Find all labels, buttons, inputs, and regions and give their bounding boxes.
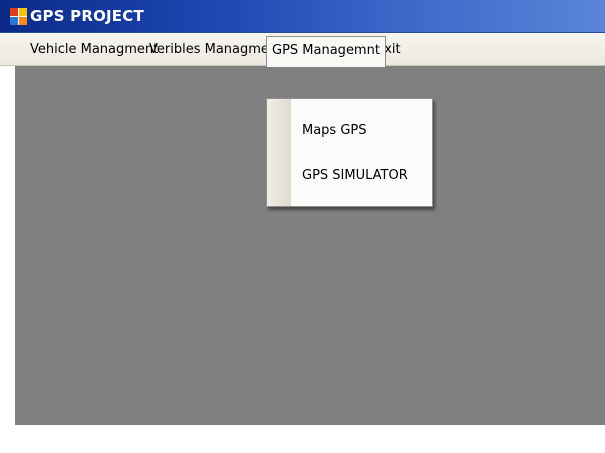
- gps-managemnt-dropdown: Maps GPS GPS SIMULATOR: [266, 98, 433, 207]
- menu-item-maps-gps[interactable]: Maps GPS: [291, 111, 431, 151]
- dropdown-icon-gutter: [267, 99, 291, 206]
- menu-vehicle-managment[interactable]: Vehicle Managment: [25, 38, 163, 61]
- menu-item-gps-simulator[interactable]: GPS SIMULATOR: [291, 156, 431, 196]
- window-title: GPS PROJECT: [30, 7, 144, 25]
- menu-gps-managemnt[interactable]: GPS Managemnt: [266, 36, 386, 67]
- client-frame: [0, 66, 15, 425]
- title-bar[interactable]: GPS PROJECT: [0, 0, 605, 33]
- main-window: GPS PROJECT Vehicle Managment Veribles M…: [0, 0, 605, 453]
- app-grid-icon: [10, 8, 27, 25]
- menu-bar: Vehicle Managment Veribles Managment GPS…: [0, 33, 605, 67]
